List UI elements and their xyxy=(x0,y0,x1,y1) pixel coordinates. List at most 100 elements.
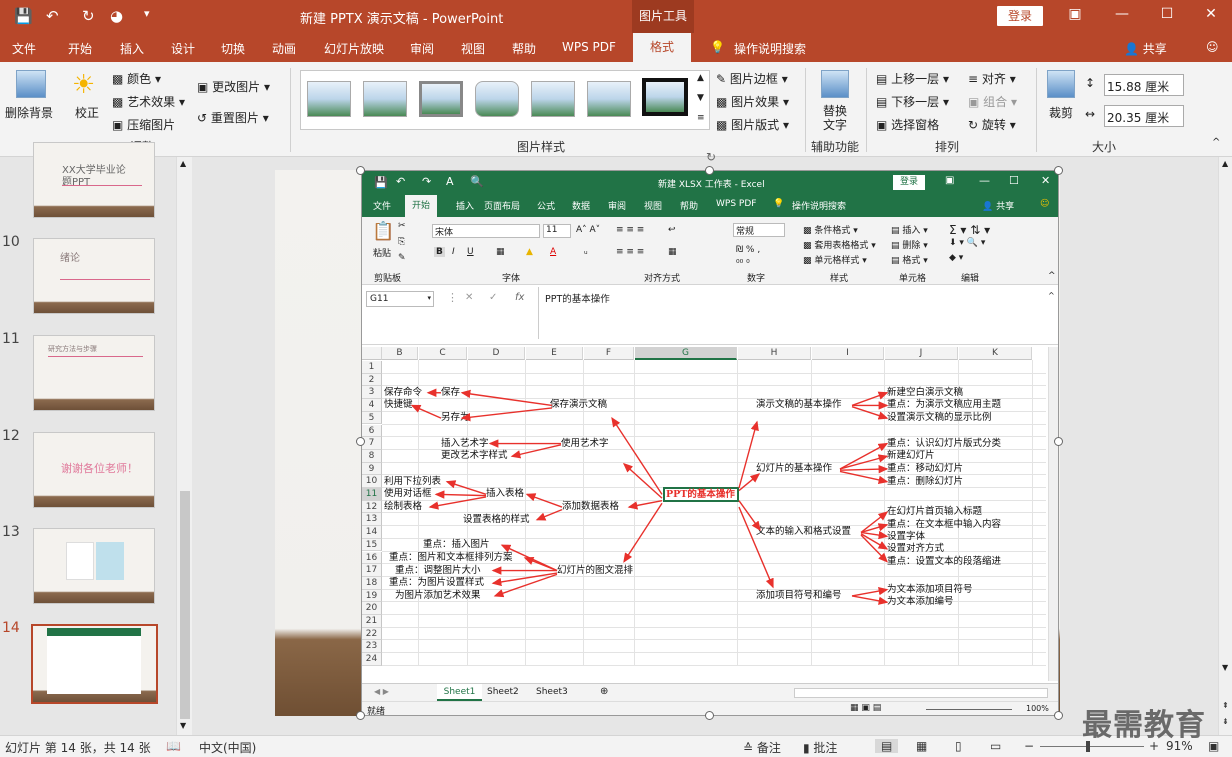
resize-handle-ne[interactable] xyxy=(1054,166,1063,175)
tab-file[interactable]: 文件 xyxy=(12,40,36,57)
separator xyxy=(805,68,806,152)
mindmap-node-r1-2: 重点：移动幻灯片 xyxy=(887,462,964,474)
notes-button[interactable]: ≙ 备注 xyxy=(743,739,781,756)
spelling-icon[interactable]: 📖 xyxy=(166,739,181,753)
corrections-icon[interactable]: ☀ xyxy=(72,70,95,100)
send-backward-button[interactable]: ▤ 下移一层 ▾ xyxy=(876,93,949,110)
rotate-handle-icon[interactable]: ↻ xyxy=(706,150,716,164)
tab-slideshow[interactable]: 幻灯片放映 xyxy=(324,40,384,57)
gallery-down-icon[interactable]: ▼ xyxy=(697,93,704,103)
alt-text-button[interactable]: 替换文字 xyxy=(823,104,849,132)
reset-picture-button[interactable]: ↺ 重置图片 ▾ xyxy=(197,109,269,126)
scroll-up-icon[interactable]: ▲ xyxy=(1222,159,1228,168)
next-slide-icon[interactable]: ⇟ xyxy=(1222,717,1229,726)
tab-view[interactable]: 视图 xyxy=(461,40,485,57)
slideshow-view-icon[interactable]: ▭ xyxy=(990,739,1001,753)
artistic-effects-button[interactable]: ▩ 艺术效果 ▾ xyxy=(112,93,185,110)
picture-style-6[interactable] xyxy=(587,81,631,117)
comments-button[interactable]: ▮ 批注 xyxy=(803,739,837,756)
picture-style-1[interactable] xyxy=(307,81,351,117)
minimize-icon[interactable]: — xyxy=(1107,6,1137,22)
resize-handle-sw[interactable] xyxy=(356,711,365,720)
selection-pane-button[interactable]: ▣ 选择窗格 xyxy=(876,116,939,133)
smiley-icon[interactable]: ☺ xyxy=(1206,40,1219,54)
save-icon[interactable]: 💾 xyxy=(14,7,33,25)
scroll-thumb[interactable] xyxy=(180,491,190,719)
picture-style-7-selected[interactable] xyxy=(642,78,688,116)
corrections-button[interactable]: 校正 xyxy=(75,104,99,121)
login-button[interactable]: 登录 xyxy=(997,6,1043,26)
slide-thumbnail-9[interactable]: XX大学毕业论 题PPT xyxy=(33,142,155,218)
slide-thumbnail-10[interactable]: 绪论 xyxy=(33,238,155,314)
align-button[interactable]: ≡ 对齐 ▾ xyxy=(968,70,1016,87)
slide-thumbnail-11[interactable]: 研究方法与步骤 xyxy=(33,335,155,411)
picture-layout-button[interactable]: ▩ 图片版式 ▾ xyxy=(716,116,789,133)
maximize-icon[interactable]: ☐ xyxy=(1152,6,1182,22)
resize-handle-e[interactable] xyxy=(1054,437,1063,446)
crop-icon[interactable] xyxy=(1047,70,1075,98)
close-icon[interactable]: ✕ xyxy=(1196,6,1226,22)
change-picture-button[interactable]: ▣ 更改图片 ▾ xyxy=(197,78,270,95)
zoom-out-icon[interactable]: − xyxy=(1024,739,1034,753)
excel-font-size-box: 11 xyxy=(543,224,571,238)
compress-pictures-button[interactable]: ▣ 压缩图片 xyxy=(112,116,175,133)
scroll-up-icon[interactable]: ▲ xyxy=(180,159,186,168)
presenter-icon[interactable]: ◕ xyxy=(110,7,123,25)
alt-text-icon[interactable] xyxy=(821,70,849,98)
tab-format[interactable]: 格式 xyxy=(633,33,691,62)
tell-me-search[interactable]: 操作说明搜索 xyxy=(734,40,806,57)
normal-view-icon[interactable]: ▤ xyxy=(875,739,899,753)
tab-transitions[interactable]: 切换 xyxy=(221,40,245,57)
remove-background-icon[interactable] xyxy=(16,70,46,98)
gallery-up-icon[interactable]: ▲ xyxy=(697,73,704,83)
language-indicator[interactable]: 中文(中国) xyxy=(199,739,256,756)
picture-style-5[interactable] xyxy=(531,81,575,117)
scroll-down-icon[interactable]: ▼ xyxy=(1222,663,1228,672)
resize-handle-se[interactable] xyxy=(1054,711,1063,720)
group-objects-button[interactable]: ▣ 组合 ▾ xyxy=(968,93,1017,110)
thumbnail-scrollbar[interactable]: ▲ ▼ xyxy=(176,157,192,735)
slide-sorter-icon[interactable]: ▦ xyxy=(916,739,927,753)
rotate-button[interactable]: ↻ 旋转 ▾ xyxy=(968,116,1016,133)
height-input[interactable]: 15.88 厘米 xyxy=(1104,74,1184,96)
fit-slide-icon[interactable]: ▣ xyxy=(1208,739,1219,753)
bring-forward-button[interactable]: ▤ 上移一层 ▾ xyxy=(876,70,949,87)
width-input[interactable]: 20.35 厘米 xyxy=(1104,105,1184,127)
tab-review[interactable]: 审阅 xyxy=(410,40,434,57)
remove-background-button[interactable]: 删除背景 xyxy=(5,104,53,121)
picture-style-4[interactable] xyxy=(475,81,519,117)
tab-design[interactable]: 设计 xyxy=(171,40,195,57)
slide-thumbnail-12[interactable]: 谢谢各位老师！ xyxy=(33,432,155,508)
resize-handle-s[interactable] xyxy=(705,711,714,720)
share-button[interactable]: 👤 共享 xyxy=(1124,40,1167,57)
customize-qat-icon[interactable]: ▾ xyxy=(144,7,150,20)
tab-insert[interactable]: 插入 xyxy=(120,40,144,57)
undo-icon[interactable]: ↶ xyxy=(46,7,59,25)
tab-home[interactable]: 开始 xyxy=(68,40,92,57)
color-button[interactable]: ▩ 颜色 ▾ xyxy=(112,70,161,87)
slide-thumbnail-14-selected[interactable] xyxy=(31,624,158,704)
crop-button[interactable]: 裁剪 xyxy=(1049,104,1073,121)
redo-icon[interactable]: ↻ xyxy=(82,7,95,25)
resize-handle-nw[interactable] xyxy=(356,166,365,175)
picture-style-3[interactable] xyxy=(419,81,463,117)
excel-share-button: 👤 共享 xyxy=(982,202,1015,212)
collapse-ribbon-icon[interactable]: ^ xyxy=(1212,137,1220,148)
zoom-slider[interactable] xyxy=(1040,746,1144,747)
prev-slide-icon[interactable]: ⇞ xyxy=(1222,701,1229,710)
editor-scrollbar[interactable]: ▲ ▼ ⇞ ⇟ xyxy=(1218,157,1232,735)
excel-screenshot-picture[interactable]: 💾 ↶ ↷ A 🔍 新建 XLSX 工作表 - Excel 登录 ▣ — ☐ ✕… xyxy=(361,170,1059,716)
picture-effects-button[interactable]: ▩ 图片效果 ▾ xyxy=(716,93,789,110)
ribbon-display-icon[interactable]: ▣ xyxy=(1060,6,1090,22)
tab-help[interactable]: 帮助 xyxy=(512,40,536,57)
tab-animations[interactable]: 动画 xyxy=(272,40,296,57)
gallery-more-icon[interactable]: ≡ xyxy=(697,113,705,123)
tab-wps-pdf[interactable]: WPS PDF xyxy=(562,40,616,54)
scroll-down-icon[interactable]: ▼ xyxy=(180,721,186,730)
slide-thumbnail-13[interactable] xyxy=(33,528,155,604)
picture-border-button[interactable]: ✎ 图片边框 ▾ xyxy=(716,70,788,87)
picture-style-2[interactable] xyxy=(363,81,407,117)
reading-view-icon[interactable]: ▯ xyxy=(955,739,962,753)
resize-handle-w[interactable] xyxy=(356,437,365,446)
resize-handle-n[interactable] xyxy=(705,166,714,175)
